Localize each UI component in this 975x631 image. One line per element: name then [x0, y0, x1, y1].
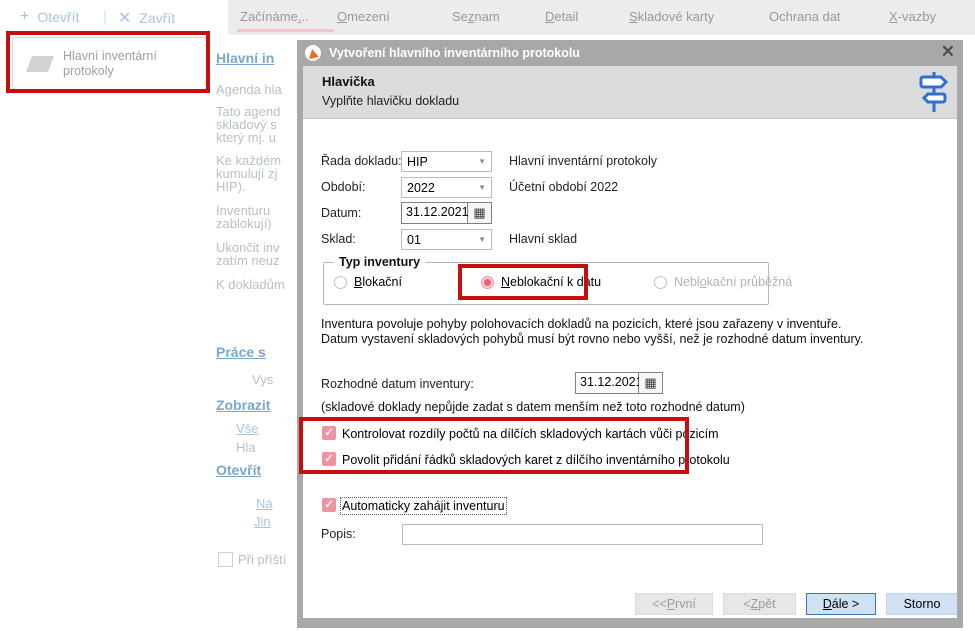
bg-link[interactable]: Jin [254, 514, 271, 529]
chevron-down-icon: ▼ [478, 183, 491, 192]
sklad-combo[interactable]: 01 ▼ [401, 229, 492, 250]
bg-heading: Práce s [216, 344, 266, 360]
checkbox-automaticky[interactable]: ✓ [322, 498, 336, 512]
tab-skladove-karty[interactable]: Skladové karty [629, 9, 714, 24]
wizard-dialog: Vytvoření hlavního inventárního protokol… [297, 40, 963, 628]
rada-dokladu-value: HIP [402, 155, 478, 169]
chevron-down-icon: ▼ [478, 235, 491, 244]
rada-dokladu-desc: Hlavní inventární protokoly [509, 154, 657, 168]
rozhodne-datum-label: Rozhodné datum inventury: [321, 377, 474, 391]
dialog-titlebar[interactable]: Vytvoření hlavního inventárního protokol… [297, 40, 963, 66]
checkbox-povolit-label[interactable]: Povolit přidání řádků skladových karet z… [342, 453, 730, 467]
bg-heading: Otevřít [216, 462, 261, 478]
radio-neblokacni-prubezna[interactable] [654, 276, 667, 289]
datum-label: Datum: [321, 206, 361, 220]
close-icon: ✕ [118, 8, 131, 28]
tab-ochrana-dat[interactable]: Ochrana dat [769, 9, 841, 24]
datum-field-group: 31.12.2021 ▦ [401, 202, 492, 224]
parallelogram-icon [26, 56, 54, 72]
bg-text: K dokladům [216, 277, 285, 292]
rozhodne-datum-note: (skladové doklady nepůjde zadat s datem … [321, 400, 745, 414]
back-button[interactable]: < Zpět [723, 593, 796, 615]
tab-detail[interactable]: Detail [545, 9, 578, 24]
first-button[interactable]: << První [635, 593, 713, 615]
obdobi-combo[interactable]: 2022 ▼ [401, 177, 492, 198]
bg-text: HIP). [216, 179, 246, 194]
wizard-header: Hlavička Vyplňte hlavičku dokladu [303, 66, 957, 119]
tab-strip: Začínáme... Omezení Seznam Detail Sklado… [228, 0, 975, 35]
radio-neblokacni-k-datu[interactable] [481, 276, 494, 289]
open-button[interactable]: + Otevřít [20, 8, 79, 26]
bg-text: který mj. u [216, 130, 276, 145]
bg-text: Agenda hla [216, 82, 282, 97]
close-agenda-button[interactable]: ✕ Zavřít [118, 8, 175, 28]
rada-dokladu-label: Řada dokladu: [321, 154, 402, 168]
next-button[interactable]: Dále > [806, 593, 876, 615]
checkbox-kontrolovat-label[interactable]: Kontrolovat rozdíly počtů na dílčích skl… [342, 427, 719, 441]
popis-input[interactable] [402, 524, 763, 545]
bg-heading: Hlavní in [216, 50, 274, 66]
tab-seznam[interactable]: Seznam [452, 9, 500, 24]
bg-text: Vys [252, 372, 273, 387]
tab-x-vazby[interactable]: X-vazby [889, 9, 936, 24]
sidebar-item-label: Hlavní inventární protokoly [63, 49, 183, 79]
checkbox-povolit[interactable]: ✓ [322, 452, 336, 466]
abra-logo-icon [305, 45, 321, 61]
typ-inventury-groupbox: Typ inventury Blokační Neblokační k datu… [323, 262, 769, 305]
sidebar-item-hlavni-inventarni-protokoly[interactable]: Hlavní inventární protokoly [12, 37, 207, 90]
dialog-close-icon[interactable]: ✕ [941, 42, 955, 62]
rozhodne-datum-input[interactable]: 31.12.2021 [575, 372, 639, 394]
inventura-info-line2: Datum vystavení skladových pohybů musí b… [321, 332, 863, 346]
obdobi-value: 2022 [402, 181, 478, 195]
bg-text: Hla [236, 440, 256, 455]
obdobi-label: Období: [321, 180, 365, 194]
active-tab-underline [237, 29, 334, 32]
checkbox-automaticky-label[interactable]: Automaticky zahájit inventuru [342, 499, 505, 513]
dialog-content: Hlavička Vyplňte hlavičku dokladu Řada d… [303, 66, 957, 618]
cancel-button[interactable]: Storno [886, 593, 957, 615]
popis-label: Popis: [321, 527, 356, 541]
plus-icon: + [20, 8, 29, 26]
bg-checkbox-label: Při příští [238, 552, 286, 567]
close-agenda-button-label: Zavřít [139, 10, 175, 26]
radio-neblokacni-k-datu-label[interactable]: Neblokační k datu [501, 275, 601, 289]
toolbar-divider: | [103, 8, 107, 26]
wizard-step-title: Hlavička [322, 74, 375, 89]
tab-zaciname[interactable]: Začínáme... [240, 9, 309, 24]
checkbox-kontrolovat[interactable]: ✓ [322, 426, 336, 440]
wizard-step-subtitle: Vyplňte hlavičku dokladu [322, 94, 459, 108]
rozhodne-datum-field-group: 31.12.2021 ▦ [575, 372, 663, 394]
bg-heading: Zobrazit [216, 397, 270, 413]
calendar-icon[interactable]: ▦ [639, 372, 663, 394]
calendar-icon[interactable]: ▦ [468, 202, 492, 224]
obdobi-desc: Účetní období 2022 [509, 180, 618, 194]
chevron-down-icon: ▼ [478, 157, 491, 166]
tab-omezeni[interactable]: Omezení [337, 9, 390, 24]
bg-link[interactable]: Ná [256, 496, 273, 511]
sklad-desc: Hlavní sklad [509, 232, 577, 246]
radio-blokacni-label[interactable]: Blokační [354, 275, 402, 289]
radio-blokacni[interactable] [334, 276, 347, 289]
open-button-label: Otevřít [37, 9, 79, 25]
datum-input[interactable]: 31.12.2021 [401, 202, 468, 224]
inventura-info-line1: Inventura povoluje pohyby polohovacích d… [321, 317, 841, 331]
dialog-title: Vytvoření hlavního inventárního protokol… [329, 46, 580, 60]
bg-link[interactable]: Vše [236, 421, 258, 436]
rada-dokladu-combo[interactable]: HIP ▼ [401, 151, 492, 172]
bg-checkbox[interactable] [218, 552, 233, 567]
typ-inventury-legend: Typ inventury [334, 255, 425, 269]
bg-text: zatím neuz [216, 253, 280, 268]
radio-neblokacni-prubezna-label: Neblokační průběžná [674, 275, 792, 289]
signpost-icon [917, 70, 951, 114]
bg-text: zablokují) [216, 216, 272, 231]
sklad-label: Sklad: [321, 232, 356, 246]
sklad-value: 01 [402, 233, 478, 247]
